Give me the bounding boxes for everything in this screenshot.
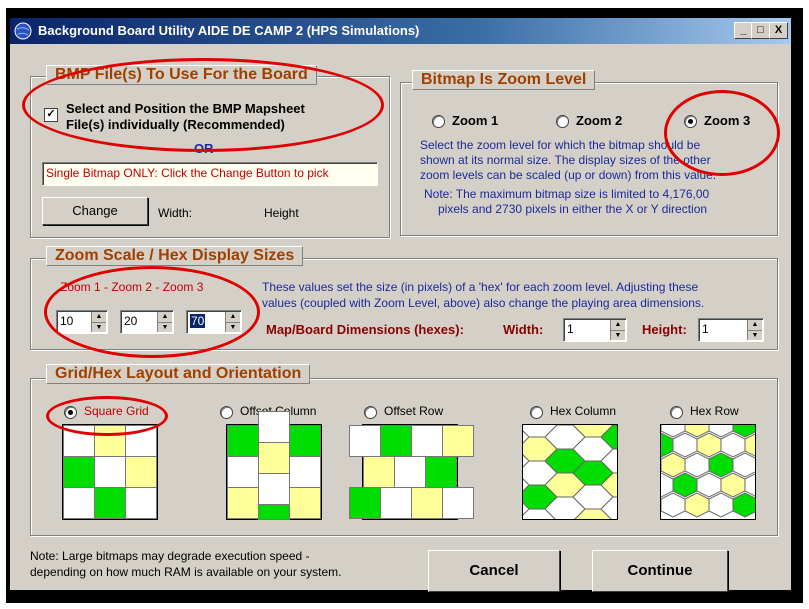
grid-layout-title: Grid/Hex Layout and Orientation [46, 364, 311, 384]
maximize-button[interactable]: □ [751, 22, 770, 39]
footer-note-line1: Note: Large bitmaps may degrade executio… [30, 549, 310, 563]
hex-row-label: Hex Row [690, 404, 739, 418]
hex-column-radio[interactable] [530, 406, 543, 419]
annotation-oval-zoom-sizes [44, 266, 260, 358]
bmp-width-label: Width: [158, 206, 193, 220]
offset-row-radio[interactable] [364, 406, 377, 419]
hex-row-preview[interactable] [660, 424, 756, 520]
annotation-oval-square-grid [46, 396, 168, 436]
zoom-scale-desc-line1: These values set the size (in pixels) of… [262, 280, 699, 294]
board-height-spinner[interactable]: ▲ ▼ [747, 320, 762, 340]
zoom1-radio[interactable] [432, 115, 445, 128]
cancel-button[interactable]: Cancel [428, 550, 560, 592]
hex-column-label: Hex Column [550, 404, 617, 418]
square-grid-preview[interactable] [62, 424, 158, 520]
board-width-input[interactable]: 1 ▲ ▼ [563, 318, 627, 342]
board-height-value: 1 [702, 322, 709, 336]
hex-row-radio[interactable] [670, 406, 683, 419]
window-title: Background Board Utility AIDE DE CAMP 2 … [38, 23, 420, 38]
title-bar[interactable]: Background Board Utility AIDE DE CAMP 2 … [10, 18, 791, 44]
board-height-label: Height: [642, 322, 687, 337]
zoom-level-title: Bitmap Is Zoom Level [412, 70, 596, 90]
zoom-scale-desc-line2: values (coupled with Zoom Level, above) … [262, 296, 705, 310]
zoom-desc-line4: Note: The maximum bitmap size is limited… [424, 187, 710, 201]
offset-row-label: Offset Row [384, 404, 444, 418]
offset-row-preview[interactable] [349, 424, 474, 520]
hex-column-preview[interactable] [522, 424, 618, 520]
zoom1-label: Zoom 1 [452, 113, 499, 128]
single-bitmap-field[interactable]: Single Bitmap ONLY: Click the Change But… [42, 162, 378, 186]
dimensions-label: Map/Board Dimensions (hexes): [266, 322, 464, 337]
annotation-oval-zoom3 [664, 90, 780, 176]
board-width-spinner[interactable]: ▲ ▼ [610, 320, 625, 340]
annotation-oval-bmp [22, 58, 384, 152]
footer-note-line2: depending on how much RAM is available o… [30, 565, 342, 579]
close-button[interactable]: X [769, 22, 788, 39]
change-button[interactable]: Change [42, 197, 148, 225]
offset-column-preview[interactable] [226, 411, 322, 520]
globe-icon [14, 22, 32, 40]
offset-column-radio[interactable] [220, 406, 233, 419]
zoom-desc-line1: Select the zoom level for which the bitm… [420, 138, 701, 152]
board-height-input[interactable]: 1 ▲ ▼ [698, 318, 764, 342]
continue-button[interactable]: Continue [592, 550, 728, 592]
zoom2-radio[interactable] [556, 115, 569, 128]
board-width-label: Width: [503, 322, 544, 337]
zoom-desc-line2: shown at its normal size. The display si… [420, 153, 711, 167]
bmp-height-label: Height [264, 206, 299, 220]
board-width-value: 1 [567, 322, 574, 336]
zoom-scale-title: Zoom Scale / Hex Display Sizes [46, 246, 304, 266]
zoom-desc-line5: pixels and 2730 pixels in either the X o… [438, 202, 708, 216]
zoom2-label: Zoom 2 [576, 113, 623, 128]
zoom-desc-line3: zoom levels can be scaled (up or down) f… [420, 168, 717, 182]
